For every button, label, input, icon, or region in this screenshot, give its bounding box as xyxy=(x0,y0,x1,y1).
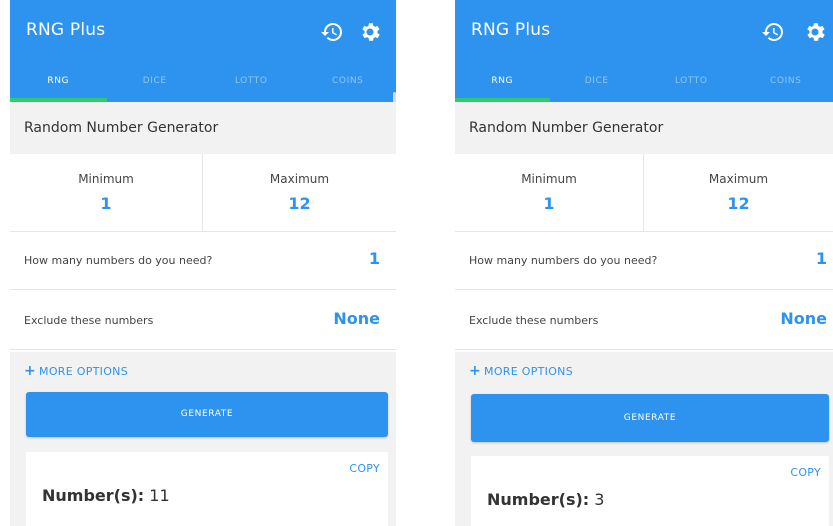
result-text: Number(s): 3 xyxy=(487,490,604,509)
result-value: 11 xyxy=(149,486,170,505)
result-value: 3 xyxy=(594,490,605,509)
exclude-value[interactable]: None xyxy=(333,309,380,328)
count-value[interactable]: 1 xyxy=(816,249,827,268)
result-text: Number(s): 11 xyxy=(42,486,170,505)
tab-coins[interactable]: COINS xyxy=(300,68,397,98)
exclude-row[interactable]: Exclude these numbers None xyxy=(455,292,833,350)
exclude-value[interactable]: None xyxy=(780,309,827,328)
generate-button[interactable]: GENERATE xyxy=(471,394,829,442)
minimum-field[interactable]: Minimum 1 xyxy=(455,154,644,232)
exclude-label: Exclude these numbers xyxy=(24,314,154,327)
copy-button[interactable]: COPY xyxy=(790,466,821,479)
count-row[interactable]: How many numbers do you need? 1 xyxy=(455,232,833,290)
count-label: How many numbers do you need? xyxy=(24,254,213,267)
maximum-label: Maximum xyxy=(269,172,330,186)
tab-rng[interactable]: RNG xyxy=(455,68,550,98)
history-icon[interactable] xyxy=(320,20,344,44)
plus-icon: + xyxy=(24,363,37,379)
tab-coins[interactable]: COINS xyxy=(739,68,833,98)
result-label: Number(s): xyxy=(42,486,145,505)
tab-bar: RNG DICE LOTTO COINS xyxy=(10,68,396,102)
exclude-row[interactable]: Exclude these numbers None xyxy=(10,292,396,350)
tab-dice[interactable]: DICE xyxy=(550,68,645,98)
copy-button[interactable]: COPY xyxy=(349,462,380,475)
maximum-value[interactable]: 12 xyxy=(644,194,833,213)
result-label: Number(s): xyxy=(487,490,590,509)
result-card: COPY Number(s): 3 xyxy=(471,456,829,526)
app-title: RNG Plus xyxy=(471,20,551,40)
count-label: How many numbers do you need? xyxy=(469,254,658,267)
maximum-label: Maximum xyxy=(708,172,769,186)
gear-icon[interactable] xyxy=(358,20,382,44)
minimum-field[interactable]: Minimum 1 xyxy=(10,154,203,232)
tab-bar: RNG DICE LOTTO COINS xyxy=(455,68,833,102)
count-row[interactable]: How many numbers do you need? 1 xyxy=(10,232,396,290)
minimum-value[interactable]: 1 xyxy=(10,194,202,213)
gear-icon[interactable] xyxy=(803,20,827,44)
app-title: RNG Plus xyxy=(26,20,106,40)
tab-rng[interactable]: RNG xyxy=(10,68,107,98)
tab-dice[interactable]: DICE xyxy=(107,68,204,98)
exclude-label: Exclude these numbers xyxy=(469,314,599,327)
app-bar: RNG Plus RNG DICE LOTTO COINS xyxy=(10,0,396,102)
more-options-button[interactable]: + MORE OPTIONS xyxy=(469,363,573,379)
app-bar: RNG Plus RNG DICE LOTTO COINS xyxy=(455,0,833,102)
plus-icon: + xyxy=(469,363,482,379)
minimum-label: Minimum xyxy=(78,172,134,186)
more-options-label: MORE OPTIONS xyxy=(484,365,573,378)
result-card: COPY Number(s): 11 xyxy=(26,452,388,526)
bottom-area: + MORE OPTIONS GENERATE COPY Number(s): 1… xyxy=(10,352,396,526)
maximum-value[interactable]: 12 xyxy=(203,194,396,213)
tab-lotto[interactable]: LOTTO xyxy=(644,68,739,98)
bottom-area: + MORE OPTIONS GENERATE COPY Number(s): 3 xyxy=(455,352,833,526)
minimum-value[interactable]: 1 xyxy=(455,194,643,213)
section-header: Random Number Generator xyxy=(455,102,833,154)
minimum-label: Minimum xyxy=(521,172,577,186)
phone-screen-left: RNG Plus RNG DICE LOTTO COINS Random Num… xyxy=(10,0,396,526)
history-icon[interactable] xyxy=(761,20,785,44)
range-panel: Minimum 1 Maximum 12 xyxy=(10,154,396,232)
generate-button[interactable]: GENERATE xyxy=(26,392,388,437)
section-title: Random Number Generator xyxy=(469,120,664,136)
section-header: Random Number Generator xyxy=(10,102,396,154)
count-value[interactable]: 1 xyxy=(369,249,380,268)
more-options-label: MORE OPTIONS xyxy=(39,365,128,378)
tab-lotto[interactable]: LOTTO xyxy=(203,68,300,98)
section-title: Random Number Generator xyxy=(24,120,219,136)
maximum-field[interactable]: Maximum 12 xyxy=(644,154,833,232)
range-panel: Minimum 1 Maximum 12 xyxy=(455,154,833,232)
phone-screen-right: RNG Plus RNG DICE LOTTO COINS Random Num… xyxy=(455,0,833,526)
maximum-field[interactable]: Maximum 12 xyxy=(203,154,396,232)
more-options-button[interactable]: + MORE OPTIONS xyxy=(24,363,128,379)
